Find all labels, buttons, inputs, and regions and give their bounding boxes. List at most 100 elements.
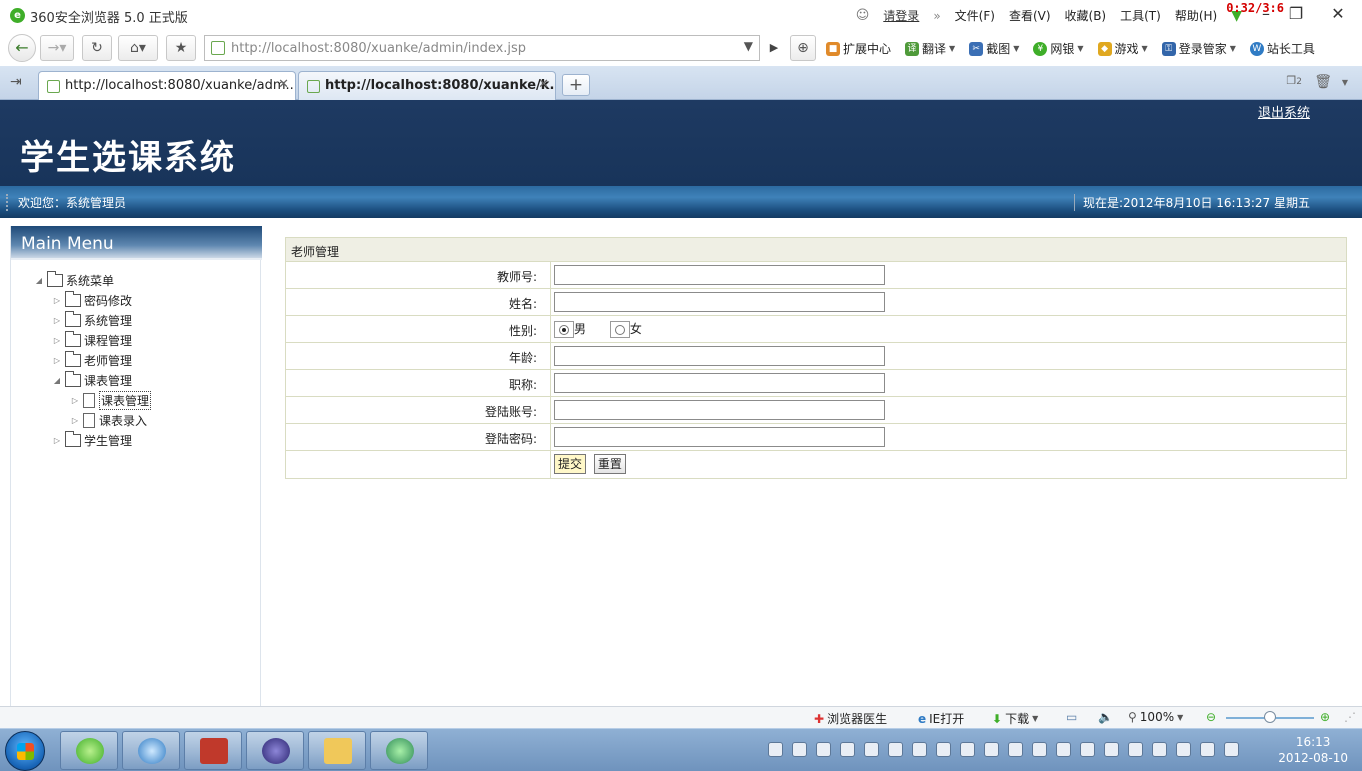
tree-item-system-menu[interactable]: ◢ 系统菜单	[31, 270, 114, 290]
download-button[interactable]: ⬇ 下载 ▼	[992, 710, 1038, 727]
address-bar[interactable]: ▼	[204, 35, 760, 61]
title-input[interactable]	[554, 373, 885, 393]
submit-button[interactable]: 提交	[554, 454, 587, 474]
tab-list-icon[interactable]: ❐2	[1286, 74, 1302, 87]
qq-icon[interactable]	[888, 742, 903, 757]
taskbar-clock[interactable]: 16:13 2012-08-10	[1278, 734, 1348, 766]
forward-button[interactable]: →▾	[40, 35, 74, 61]
chevron-down-icon[interactable]: ▼	[744, 39, 753, 53]
new-tab-button[interactable]: +	[562, 74, 590, 96]
taskbar-toolbox[interactable]	[184, 731, 242, 770]
collapsed-arrow-icon[interactable]: ▷	[67, 396, 83, 405]
webmaster-tools-button[interactable]: W 站长工具	[1249, 40, 1315, 57]
gender-male-radio[interactable]	[554, 321, 574, 338]
password-input[interactable]	[554, 427, 885, 447]
screenshot-button[interactable]: ✂ 截图 ▼	[969, 40, 1019, 57]
keyboard-icon[interactable]	[768, 742, 783, 757]
flag-icon[interactable]	[1152, 742, 1167, 757]
url-input[interactable]	[231, 39, 731, 57]
menu-tools[interactable]: 工具(T)	[1120, 7, 1161, 24]
tree-item-schedule-entry[interactable]: ▷ 课表录入	[67, 410, 147, 430]
gender-female-radio[interactable]	[609, 321, 630, 338]
login-link[interactable]: 请登录	[883, 7, 919, 24]
sidebar-toggle-icon[interactable]: ⇥	[10, 74, 22, 90]
shield-icon[interactable]: ⊕	[790, 35, 816, 61]
collapsed-arrow-icon[interactable]: ▷	[49, 316, 65, 325]
expanded-arrow-icon[interactable]: ◢	[31, 276, 47, 285]
trash-icon[interactable]: 🗑	[1314, 74, 1332, 90]
tree-item-schedule-manage[interactable]: ▷ 课表管理	[67, 390, 152, 410]
favorite-star-button[interactable]: ★	[166, 35, 196, 61]
tree-item-student[interactable]: ▷ 学生管理	[49, 430, 132, 450]
translate-button[interactable]: 译翻译 ▼	[905, 40, 955, 57]
tray-app-icon[interactable]	[1008, 742, 1023, 757]
close-button[interactable]: ✕	[1326, 4, 1350, 24]
tray-app-icon[interactable]	[840, 742, 855, 757]
refresh-button[interactable]: ↻	[82, 35, 112, 61]
tree-item-course[interactable]: ▷ 课程管理	[49, 330, 132, 350]
chevron-down-icon[interactable]: ▼	[1342, 78, 1348, 87]
volume-icon[interactable]: 🔈	[1098, 710, 1113, 724]
qq-icon[interactable]	[912, 742, 927, 757]
extension-center-button[interactable]: ■ 扩展中心	[826, 40, 891, 57]
reset-button[interactable]: 重置	[593, 454, 626, 474]
logout-link[interactable]: 退出系统	[1258, 102, 1310, 121]
tree-item-password[interactable]: ▷ 密码修改	[49, 290, 132, 310]
account-input[interactable]	[554, 400, 885, 420]
ie-open-button[interactable]: e IE打开	[918, 710, 964, 727]
back-button[interactable]: ←	[8, 34, 36, 62]
taskbar-ie[interactable]	[122, 731, 180, 770]
tab-close-icon[interactable]: ✕	[538, 77, 549, 92]
game-button[interactable]: ◆ 游戏 ▼	[1097, 40, 1148, 57]
taskbar-explorer[interactable]	[308, 731, 366, 770]
zoom-slider-handle[interactable]	[1264, 711, 1276, 723]
tray-app-icon[interactable]	[792, 742, 807, 757]
taskbar-eclipse[interactable]	[246, 731, 304, 770]
go-button[interactable]: ▶	[764, 35, 784, 61]
collapsed-arrow-icon[interactable]: ▷	[49, 356, 65, 365]
collapsed-arrow-icon[interactable]: ▷	[49, 336, 65, 345]
zoom-button[interactable]: ⚲ 100% ▼	[1128, 710, 1183, 724]
zoom-in-icon[interactable]: ⊕	[1320, 710, 1330, 724]
home-button[interactable]: ⌂▾	[118, 35, 158, 61]
tray-app-icon[interactable]	[816, 742, 831, 757]
tray-app-icon[interactable]	[1176, 742, 1191, 757]
taskbar-network[interactable]	[370, 731, 428, 770]
tree-item-schedule[interactable]: ◢ 课表管理	[49, 370, 132, 390]
tray-app-icon[interactable]	[1128, 742, 1143, 757]
tree-item-teacher[interactable]: ▷ 老师管理	[49, 350, 132, 370]
resize-grip-icon[interactable]: ⋰	[1344, 710, 1356, 724]
collapsed-arrow-icon[interactable]: ▷	[67, 416, 83, 425]
start-button[interactable]	[5, 731, 45, 771]
qq-icon[interactable]	[864, 742, 879, 757]
zoom-out-icon[interactable]: ⊖	[1206, 710, 1216, 724]
tree-item-system-admin[interactable]: ▷ 系统管理	[49, 310, 132, 330]
tray-app-icon[interactable]	[960, 742, 975, 757]
bank-button[interactable]: ¥ 网银 ▼	[1033, 40, 1084, 57]
tray-app-icon[interactable]	[1080, 742, 1095, 757]
network-icon[interactable]	[1200, 742, 1215, 757]
teacher-no-input[interactable]	[554, 265, 885, 285]
restore-button[interactable]: ❐	[1284, 4, 1308, 24]
browser-doctor-button[interactable]: ✚ 浏览器医生	[814, 710, 887, 727]
expanded-arrow-icon[interactable]: ◢	[49, 376, 65, 385]
qq-icon[interactable]	[936, 742, 951, 757]
menu-help[interactable]: 帮助(H)	[1175, 7, 1217, 24]
menu-favorites[interactable]: 收藏(B)	[1065, 7, 1107, 24]
tray-app-icon[interactable]	[984, 742, 999, 757]
tray-app-icon[interactable]	[1104, 742, 1119, 757]
window-icon[interactable]: ▭	[1066, 710, 1077, 724]
menu-file[interactable]: 文件(F)	[955, 7, 995, 24]
collapsed-arrow-icon[interactable]: ▷	[49, 296, 65, 305]
age-input[interactable]	[554, 346, 885, 366]
shield-icon[interactable]	[1032, 742, 1047, 757]
tab-close-icon[interactable]: ✕	[278, 77, 289, 92]
login-manager-button[interactable]: ⚿ 登录管家 ▼	[1161, 40, 1236, 57]
tray-app-icon[interactable]	[1056, 742, 1071, 757]
name-input[interactable]	[554, 292, 885, 312]
collapsed-arrow-icon[interactable]: ▷	[49, 436, 65, 445]
volume-icon[interactable]	[1224, 742, 1239, 757]
tab-admin-index[interactable]: http://localhost:8080/xuanke/adm... ✕	[38, 71, 296, 100]
menu-view[interactable]: 查看(V)	[1009, 7, 1051, 24]
tab-xuanke[interactable]: http://localhost:8080/xuanke/k... ✕	[298, 71, 556, 100]
